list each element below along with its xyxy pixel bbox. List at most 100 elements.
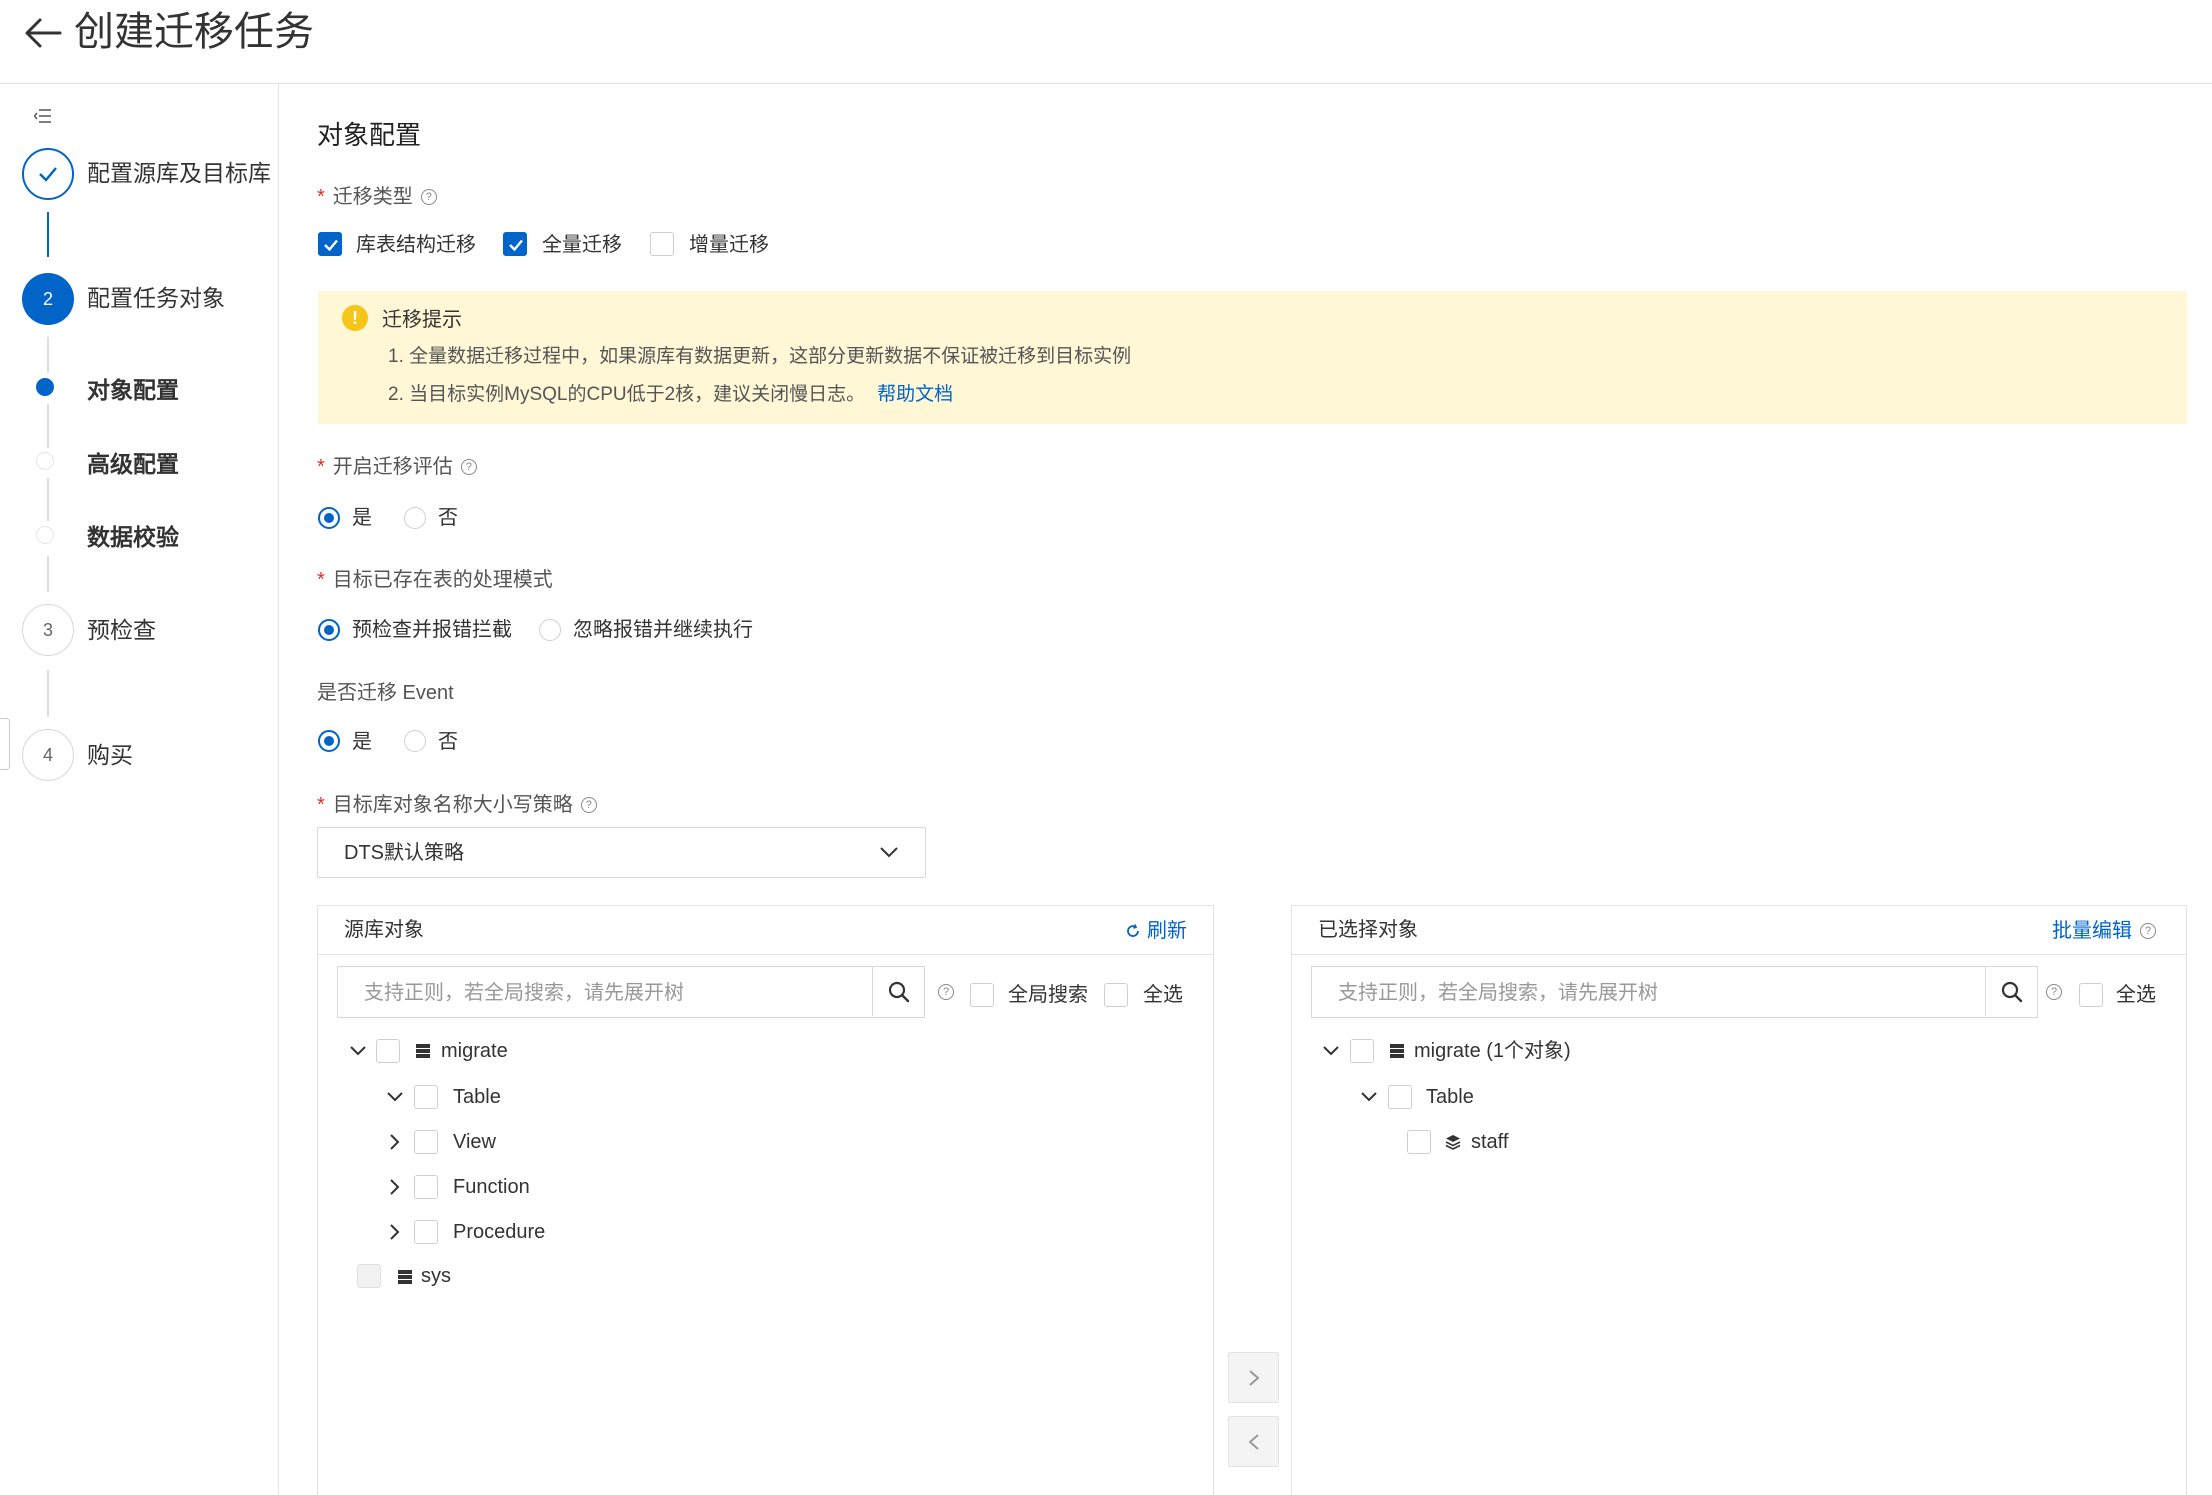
substep-advanced-config[interactable]: 高级配置 [87,449,179,479]
tree-node-db[interactable]: migrate (1个对象) [1414,1038,1571,1064]
help-icon[interactable]: ? [2046,984,2062,1000]
tree-node-procedure[interactable]: Procedure [453,1219,545,1245]
tree-node-table[interactable]: Table [1426,1084,1474,1110]
tree-checkbox[interactable] [1407,1130,1431,1154]
step-number: 4 [42,744,53,765]
step-2-label[interactable]: 配置任务对象 [87,283,225,313]
required-mark: * [317,456,325,478]
option-full-migration[interactable]: 全量迁移 [542,232,622,258]
tree-node-staff[interactable]: staff [1471,1129,1508,1155]
sidebar-expand-handle[interactable] [0,718,10,770]
step-1-label[interactable]: 配置源库及目标库 [87,158,271,188]
help-icon[interactable]: ? [460,459,477,475]
field-label-text: 是否迁移 Event [317,682,454,704]
checkbox-incremental-migration[interactable] [650,232,674,256]
tree-node-db[interactable]: migrate [441,1038,508,1064]
tree-checkbox[interactable] [1350,1039,1374,1063]
option-precheck-block[interactable]: 预检查并报错拦截 [352,617,512,643]
refresh-button[interactable]: 刷新 [1125,918,1187,944]
radio-ignore-continue[interactable] [539,619,561,641]
tree-checkbox[interactable] [376,1039,400,1063]
radio-event-yes[interactable] [318,730,340,752]
tree-checkbox[interactable] [414,1175,438,1199]
chevron-down-icon[interactable] [349,1042,367,1060]
panel-title: 源库对象 [344,919,424,941]
source-search-input[interactable]: 支持正则，若全局搜索，请先展开树 [337,966,925,1018]
step-number: 2 [42,288,53,309]
help-icon[interactable]: ? [938,984,954,1000]
panel-header: 已选择对象 批量编辑 ? [1292,906,2186,955]
back-arrow-icon[interactable] [22,12,64,54]
move-right-button[interactable] [1228,1352,1279,1403]
select-all-label[interactable]: 全选 [1143,982,1183,1008]
notice-line-2: 2. 当目标实例MySQL的CPU低于2核，建议关闭慢日志。 帮助文档 [388,382,953,408]
chevron-down-icon[interactable] [386,1088,404,1106]
search-button[interactable] [872,967,924,1016]
checkbox-select-all[interactable] [1104,983,1128,1007]
tree-checkbox[interactable] [1388,1085,1412,1109]
global-search-label[interactable]: 全局搜索 [1008,982,1088,1008]
tree-checkbox[interactable] [414,1220,438,1244]
option-event-no[interactable]: 否 [438,729,458,755]
option-ignore-continue[interactable]: 忽略报错并继续执行 [573,617,753,643]
checkbox-select-all[interactable] [2079,983,2103,1007]
step-3-label[interactable]: 预检查 [87,615,156,645]
panel-title: 已选择对象 [1318,919,1418,941]
chevron-right-icon[interactable] [386,1223,404,1241]
option-schema-migration[interactable]: 库表结构迁移 [356,232,476,258]
help-icon[interactable]: ? [580,797,597,813]
field-label-text: 迁移类型 [332,186,413,208]
step-connector [47,556,49,592]
chevron-right-icon[interactable] [386,1178,404,1196]
tree-checkbox[interactable] [414,1130,438,1154]
notice-line-1: 1. 全量数据迁移过程中，如果源库有数据更新，这部分更新数据不保证被迁移到目标实… [388,346,1132,367]
select-all-label[interactable]: 全选 [2116,982,2156,1008]
substep-active-dot [36,378,54,396]
collapse-menu-icon[interactable] [34,108,52,124]
tree-node-function[interactable]: Function [453,1174,530,1200]
help-icon[interactable]: ? [2140,923,2156,939]
step-4-label[interactable]: 购买 [87,740,133,770]
tree-node-view[interactable]: View [453,1129,496,1155]
help-doc-link[interactable]: 帮助文档 [877,384,953,405]
migrate-event-label: 是否迁移 Event [317,680,454,706]
checkbox-schema-migration[interactable] [318,232,342,256]
check-icon [39,167,57,182]
field-label-text: 开启迁移评估 [332,456,453,478]
source-objects-panel: 源库对象 刷新 支持正则，若全局搜索，请先展开树 ? 全局搜索 全选 migra… [317,905,1214,1495]
step-connector [47,478,49,521]
chevron-down-icon[interactable] [1322,1042,1340,1060]
case-policy-select[interactable]: DTS默认策略 [317,827,926,878]
move-left-button[interactable] [1228,1416,1279,1467]
database-icon [398,1270,412,1284]
checkbox-global-search[interactable] [970,983,994,1007]
option-assessment-yes[interactable]: 是 [352,505,372,531]
search-button[interactable] [1985,967,2037,1016]
tree-node-sys[interactable]: sys [421,1263,451,1289]
required-mark: * [317,186,325,208]
chevron-right-icon[interactable] [386,1133,404,1151]
selected-search-input[interactable]: 支持正则，若全局搜索，请先展开树 [1311,966,2038,1018]
substep-dot [36,526,54,544]
option-event-yes[interactable]: 是 [352,729,372,755]
checkbox-full-migration[interactable] [503,232,527,256]
chevron-down-icon [880,847,898,858]
help-icon[interactable]: ? [420,189,437,205]
radio-assessment-no[interactable] [404,507,426,529]
tree-node-table[interactable]: Table [453,1084,501,1110]
refresh-icon [1127,924,1139,937]
chevron-down-icon[interactable] [1360,1088,1378,1106]
option-assessment-no[interactable]: 否 [438,505,458,531]
notice-line-2-text: 2. 当目标实例MySQL的CPU低于2核，建议关闭慢日志。 [388,384,866,405]
migration-notice: ! 迁移提示 1. 全量数据迁移过程中，如果源库有数据更新，这部分更新数据不保证… [318,291,2187,424]
option-incremental-migration[interactable]: 增量迁移 [689,232,769,258]
substep-object-config[interactable]: 对象配置 [87,375,179,405]
radio-event-no[interactable] [404,730,426,752]
batch-edit-button[interactable]: 批量编辑 ? [2052,918,2156,944]
radio-precheck-block[interactable] [318,619,340,641]
tree-checkbox[interactable] [414,1085,438,1109]
database-icon [416,1044,430,1058]
step-1-done-circle [22,148,74,200]
radio-assessment-yes[interactable] [318,507,340,529]
substep-data-check[interactable]: 数据校验 [87,522,179,552]
